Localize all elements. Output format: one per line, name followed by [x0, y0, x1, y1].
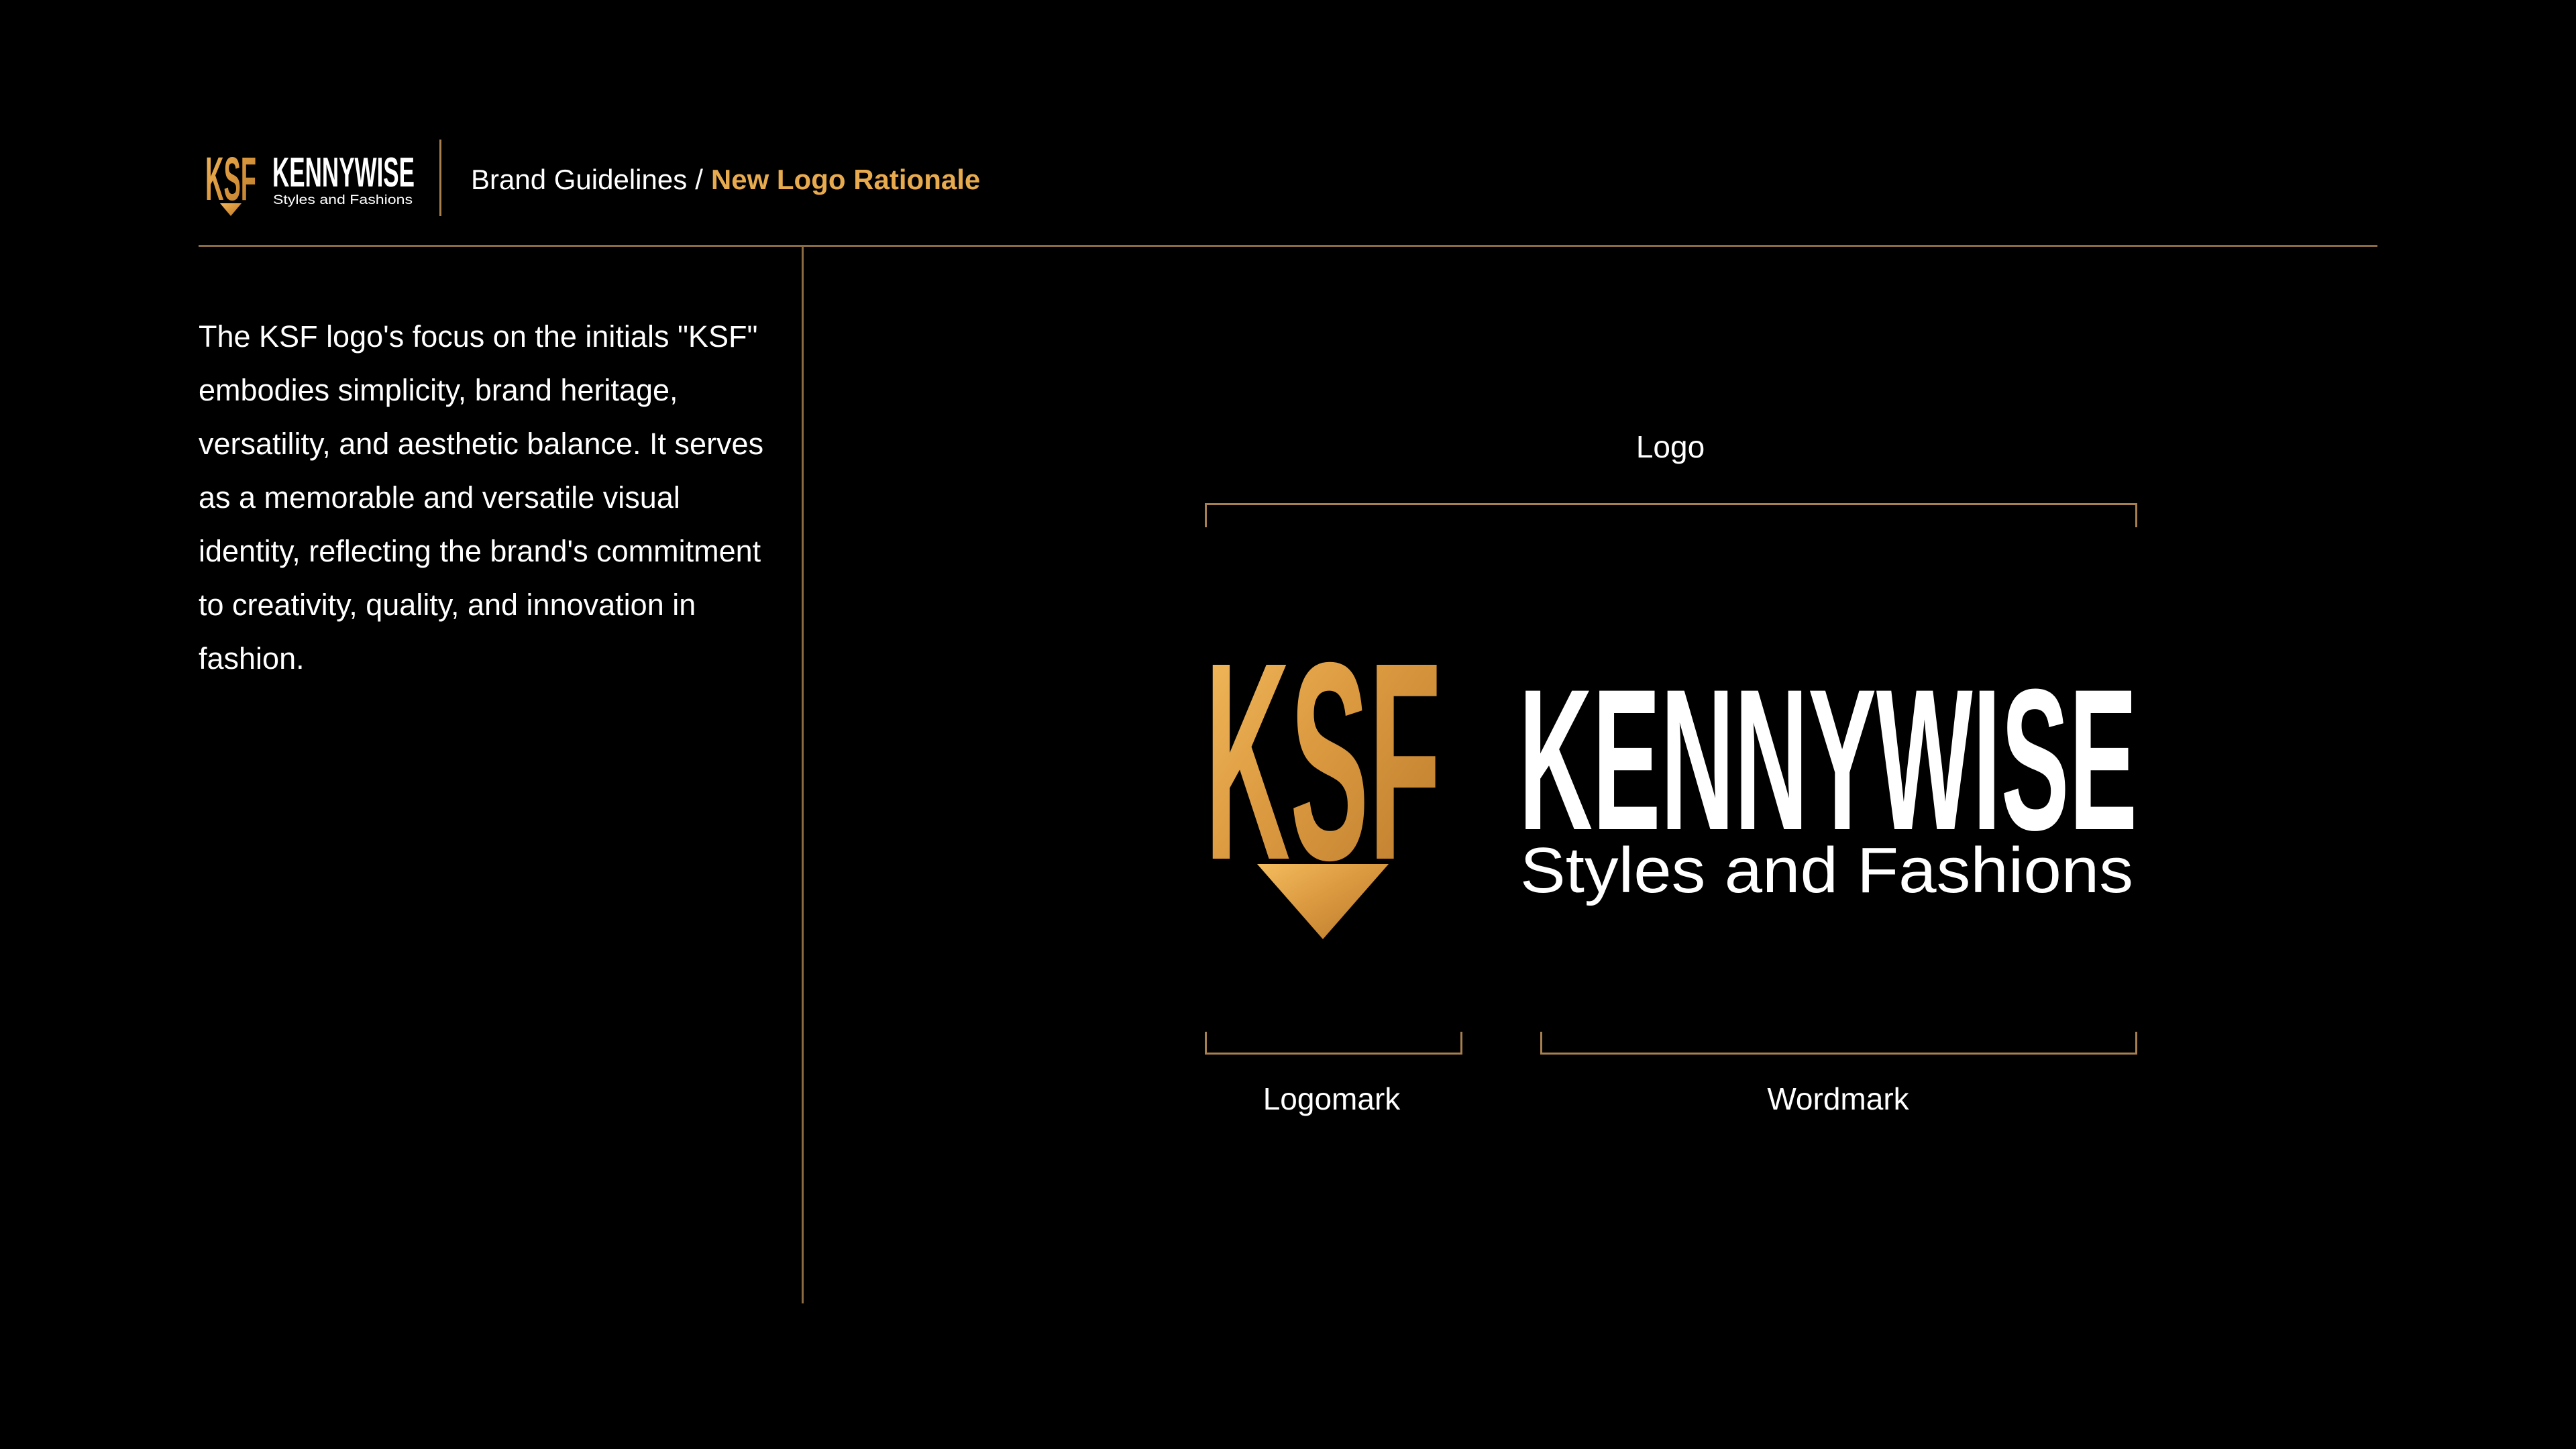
logo-bracket — [1205, 503, 2137, 527]
logomark-label: Logomark — [1263, 1081, 1401, 1116]
column-divider — [802, 247, 804, 1303]
header-monogram-text: KSF — [205, 145, 256, 213]
breadcrumb-separator: / — [695, 164, 703, 195]
primary-logo: KSF KENNYWISE Styles and Fashions — [1205, 604, 2137, 939]
wordmark: KENNYWISE Styles and Fashions — [1519, 647, 2137, 906]
logomark-icon: KSF — [1205, 604, 1441, 939]
header-brand-tagline: Styles and Fashions — [273, 193, 413, 207]
logomark-bracket — [1205, 1032, 1462, 1055]
rationale-paragraph: The KSF logo's focus on the initials "KS… — [199, 319, 764, 676]
header-rule — [199, 245, 2377, 247]
logo-label: Logo — [1635, 429, 1705, 464]
header-monogram-icon: KSF — [205, 145, 256, 216]
header-brand-logo: KSF KENNYWISE Styles and Fashions — [205, 145, 415, 216]
breadcrumb-root[interactable]: Brand Guidelines — [471, 164, 687, 195]
breadcrumb-current: New Logo Rationale — [710, 164, 981, 195]
header-brand-name: KENNYWISE — [272, 150, 415, 196]
wordmark-bracket — [1540, 1032, 2137, 1055]
wordmark-tagline: Styles and Fashions — [1520, 835, 2133, 906]
wordmark-label: Wordmark — [1767, 1081, 1909, 1116]
header-divider — [439, 140, 441, 216]
breadcrumb: Brand Guidelines / New Logo Rationale — [471, 160, 980, 200]
